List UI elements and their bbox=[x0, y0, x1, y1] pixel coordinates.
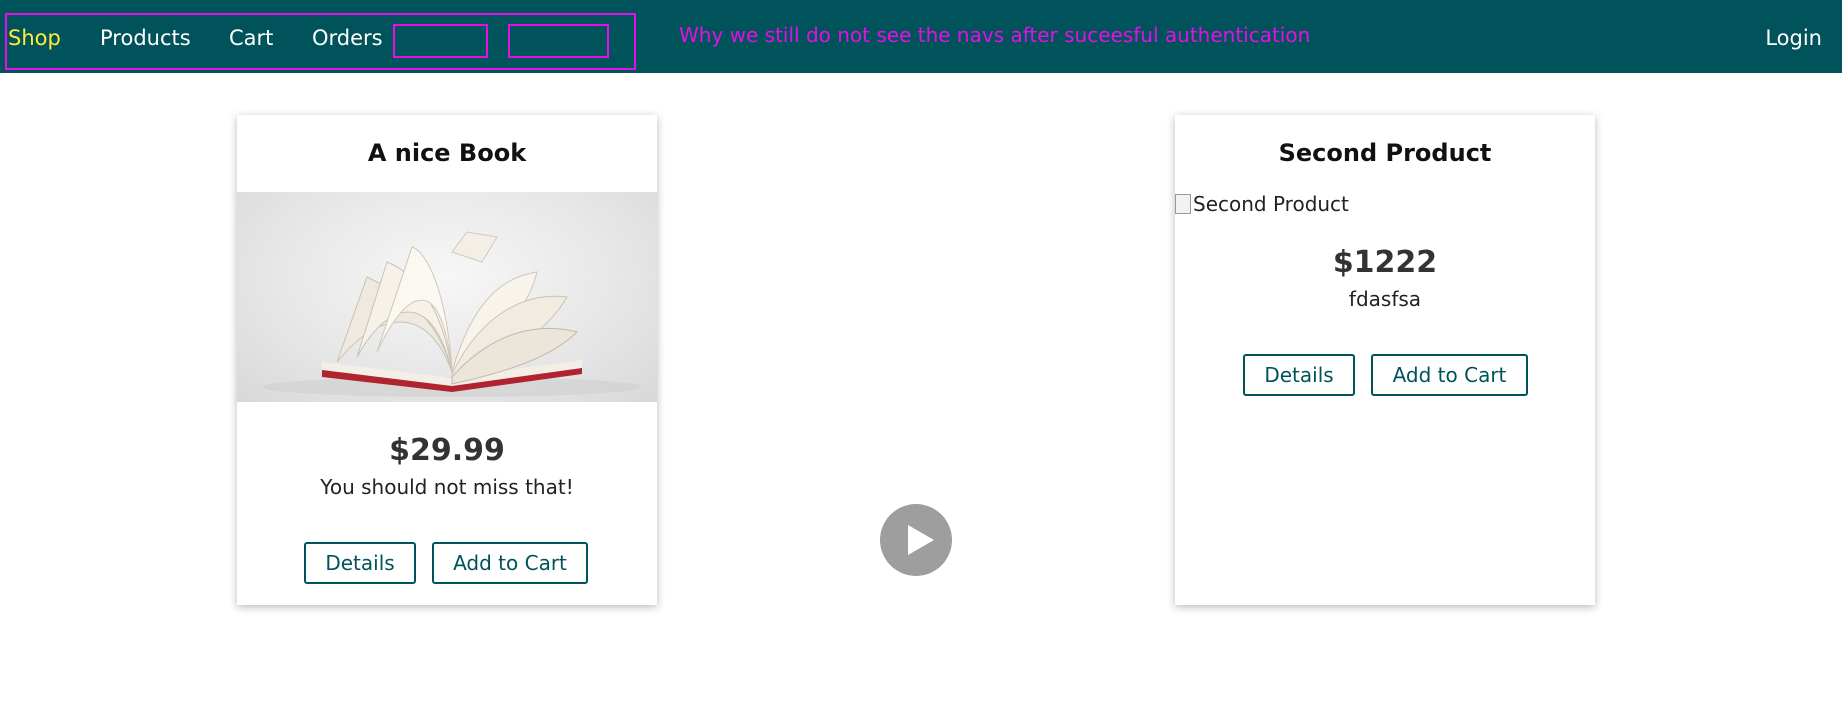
product-image-book bbox=[237, 192, 657, 402]
product-price: $1222 bbox=[1332, 245, 1438, 280]
nav-cart[interactable]: Cart bbox=[229, 26, 273, 50]
product-price: $29.99 bbox=[389, 433, 505, 468]
annotation-outline-missing-nav-2 bbox=[508, 24, 609, 58]
add-to-cart-button[interactable]: Add to Cart bbox=[1371, 354, 1528, 396]
top-navbar: Shop Products Cart Orders Why we still d… bbox=[0, 0, 1842, 73]
image-alt-text: Second Product bbox=[1193, 192, 1349, 216]
product-title: Second Product bbox=[1278, 139, 1492, 167]
play-icon bbox=[908, 525, 934, 555]
details-button[interactable]: Details bbox=[1243, 354, 1355, 396]
product-description: You should not miss that! bbox=[320, 475, 574, 499]
product-card: Second Product Second Product $1222 fdas… bbox=[1175, 115, 1595, 605]
play-button[interactable] bbox=[880, 504, 952, 576]
broken-image-icon bbox=[1175, 194, 1191, 214]
nav-login[interactable]: Login bbox=[1765, 26, 1822, 50]
details-button[interactable]: Details bbox=[304, 542, 416, 584]
product-card: A nice Book $29.99 You should not miss t… bbox=[237, 115, 657, 605]
nav-products[interactable]: Products bbox=[100, 26, 191, 50]
annotation-outline-missing-nav-1 bbox=[393, 24, 488, 58]
product-description: fdasfsa bbox=[1348, 287, 1422, 311]
nav-orders[interactable]: Orders bbox=[312, 26, 383, 50]
product-title: A nice Book bbox=[367, 139, 527, 167]
open-book-icon bbox=[262, 231, 642, 397]
add-to-cart-button[interactable]: Add to Cart bbox=[432, 542, 588, 584]
nav-shop[interactable]: Shop bbox=[8, 26, 61, 50]
product-image-broken: Second Product bbox=[1175, 192, 1349, 216]
annotation-note: Why we still do not see the navs after s… bbox=[679, 23, 1311, 47]
